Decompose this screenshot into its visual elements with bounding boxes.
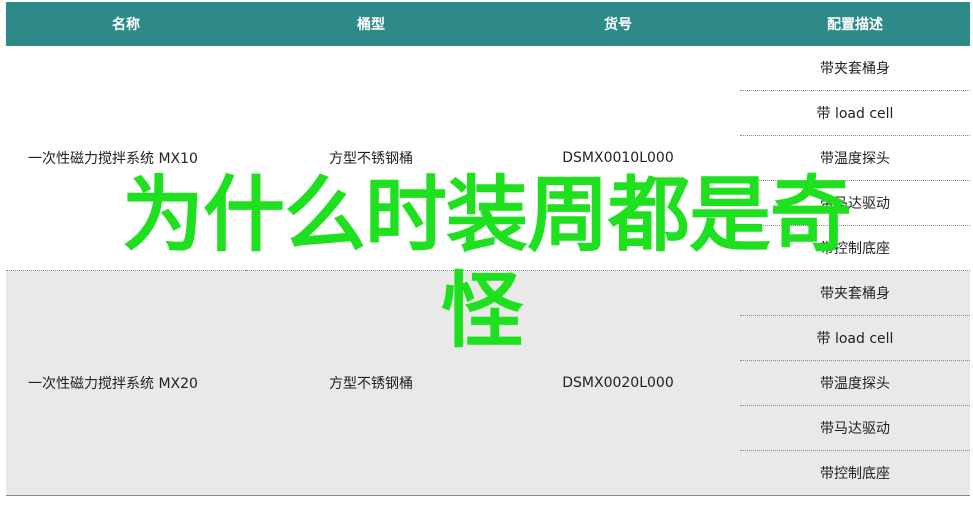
product-sku: DSMX0020L000 xyxy=(496,270,740,496)
product-name: 一次性磁力搅拌系统 MX20 xyxy=(6,270,246,496)
config-item: 带 load cell xyxy=(740,90,970,136)
product-bucket-type: 方型不锈钢桶 xyxy=(246,46,496,271)
config-item: 带温度探头 xyxy=(740,135,970,181)
header-bucket-type: 桶型 xyxy=(246,2,496,46)
header-name: 名称 xyxy=(6,2,246,46)
product-spec-table: 名称 桶型 货号 配置描述 一次性磁力搅拌系统 MX10 方型不锈钢桶 DSMX… xyxy=(6,2,970,496)
config-item: 带夹套桶身 xyxy=(740,46,970,91)
config-item: 带温度探头 xyxy=(740,360,970,406)
config-item: 带夹套桶身 xyxy=(740,270,970,316)
config-item: 带马达驱动 xyxy=(740,405,970,451)
config-item: 带控制底座 xyxy=(740,225,970,271)
product-sku: DSMX0010L000 xyxy=(496,46,740,271)
header-config-description: 配置描述 xyxy=(740,2,970,46)
config-item: 带 load cell xyxy=(740,315,970,361)
table-row: 一次性磁力搅拌系统 MX20 方型不锈钢桶 DSMX0020L000 带夹套桶身 xyxy=(6,270,970,496)
table-header-row: 名称 桶型 货号 配置描述 xyxy=(6,2,970,46)
product-bucket-type: 方型不锈钢桶 xyxy=(246,270,496,496)
table-row: 一次性磁力搅拌系统 MX10 方型不锈钢桶 DSMX0010L000 带夹套桶身 xyxy=(6,46,970,271)
page: 名称 桶型 货号 配置描述 一次性磁力搅拌系统 MX10 方型不锈钢桶 DSMX… xyxy=(0,0,973,505)
product-name: 一次性磁力搅拌系统 MX10 xyxy=(6,46,246,271)
config-item: 带控制底座 xyxy=(740,450,970,496)
header-sku: 货号 xyxy=(496,2,740,46)
config-item: 带马达驱动 xyxy=(740,180,970,226)
